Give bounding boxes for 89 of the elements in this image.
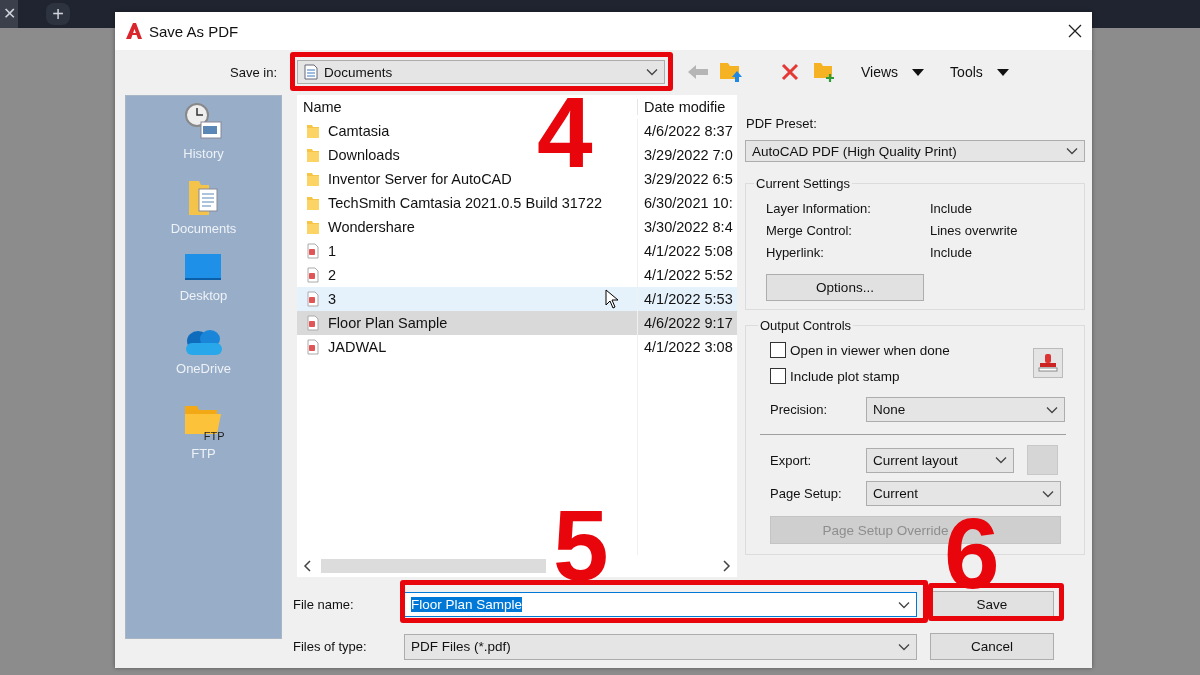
pdf-file-icon [306,339,320,355]
file-type-label: Files of type: [293,639,368,654]
date-cell: 3/29/2022 7:0 [637,143,737,167]
checkbox[interactable] [770,342,786,358]
save-in-dropdown[interactable]: Documents [297,60,665,84]
delete-icon[interactable] [781,63,799,81]
file-name: Floor Plan Sample [328,315,448,331]
pdf-file-icon [306,291,320,307]
date-cell: 4/6/2022 8:37 [637,119,737,143]
app-logo-icon [125,22,143,40]
window-title: Save As PDF [149,22,240,40]
export-dropdown[interactable]: Current layout [866,447,1014,473]
close-icon[interactable] [1068,24,1082,38]
file-name: Inventor Server for AutoCAD [328,171,512,187]
pdf-file-icon [306,267,320,283]
setting-label: Layer Information: [766,201,872,216]
caret-icon [912,68,925,76]
pdf-file-icon [306,315,320,331]
group-title: Output Controls [759,318,853,333]
file-name: JADWAL [328,339,387,355]
file-row[interactable]: Wondershare 3/30/2022 8:4 [297,215,737,239]
clock-documents-icon [183,102,224,142]
checkbox-label[interactable]: Include plot stamp [790,368,900,384]
file-name-field[interactable]: Floor Plan Sample [404,592,917,617]
setting-label: Merge Control: [766,223,853,238]
options-button[interactable]: Options... [766,274,924,301]
cancel-button[interactable]: Cancel [930,633,1054,660]
folder-icon [306,219,320,235]
file-row[interactable]: 3 4/1/2022 5:53 [297,287,737,311]
folder-icon [306,123,320,139]
file-name: Downloads [328,147,400,163]
pdf-preset-label: PDF Preset: [746,116,818,131]
dropdown-icon [646,68,658,76]
save-in-label: Save in: [229,64,278,80]
folder-icon [306,195,320,211]
pdf-file-icon [306,243,320,259]
file-name-label: File name: [293,597,355,612]
file-row[interactable]: TechSmith Camtasia 2021.0.5 Build 31722 6/30/2021 10: [297,191,737,215]
column-header[interactable]: Date modifie [637,99,737,115]
file-row[interactable]: 1 4/1/2022 5:08 [297,239,737,263]
document-icon [304,64,318,80]
file-type-dropdown[interactable]: PDF Files (*.pdf) [404,633,917,660]
tab-close-button[interactable]: ✕ [0,0,18,28]
file-row[interactable]: Floor Plan Sample 4/6/2022 9:17 [297,311,737,335]
dropdown-icon [898,600,910,609]
tools-menu[interactable]: Tools [950,64,1009,80]
dropdown-icon [898,642,910,651]
setting-value: Lines overwrite [930,223,1019,238]
group-title: Current Settings [755,176,851,191]
pdf-preset-dropdown[interactable]: AutoCAD PDF (High Quality Print) [745,140,1085,162]
dropdown-icon [1042,489,1054,498]
scroll-right-icon[interactable] [723,560,731,572]
precision-label: Precision: [770,402,829,417]
date-cell: 4/6/2022 9:17 [637,311,737,335]
file-name: Camtasia [328,123,390,139]
file-name: 1 [328,243,337,259]
caret-icon [996,68,1009,76]
file-row[interactable]: JADWAL 4/1/2022 3:08 [297,335,737,359]
export-label: Export: [770,452,813,468]
page-setup-dropdown[interactable]: Current [866,481,1061,506]
folder-icon [306,147,320,163]
folder-icon [306,171,320,187]
new-folder-icon[interactable] [813,61,835,83]
setting-label: Hyperlink: [766,245,825,260]
step-number: 5 [553,495,609,595]
checkbox-label[interactable]: Open in viewer when done [790,342,950,358]
scroll-left-icon[interactable] [303,560,311,572]
folder-up-icon[interactable] [719,61,743,83]
dropdown-icon [995,456,1007,464]
setting-value: Include [930,201,973,216]
date-cell: 3/29/2022 6:5 [637,167,737,191]
file-name: Wondershare [328,219,415,235]
setting-value: Include [930,245,973,260]
views-menu[interactable]: Views [861,64,925,80]
file-name: 2 [328,267,337,283]
date-cell: 6/30/2021 10: [637,191,737,215]
stamp-icon[interactable] [1033,348,1063,378]
dropdown-icon [1046,405,1058,414]
dropdown-icon [1066,147,1078,155]
mouse-pointer-icon [605,289,619,309]
date-cell: 4/1/2022 3:08 [637,335,737,359]
checkbox[interactable] [770,368,786,384]
file-name: 3 [328,291,337,307]
page-setup-label: Page Setup: [770,486,843,501]
new-tab-button[interactable]: + [46,3,70,25]
date-cell: 3/30/2022 8:4 [637,215,737,239]
date-cell: 4/1/2022 5:08 [637,239,737,263]
file-name: TechSmith Camtasia 2021.0.5 Build 31722 [328,195,603,211]
precision-dropdown[interactable]: None [866,397,1065,422]
